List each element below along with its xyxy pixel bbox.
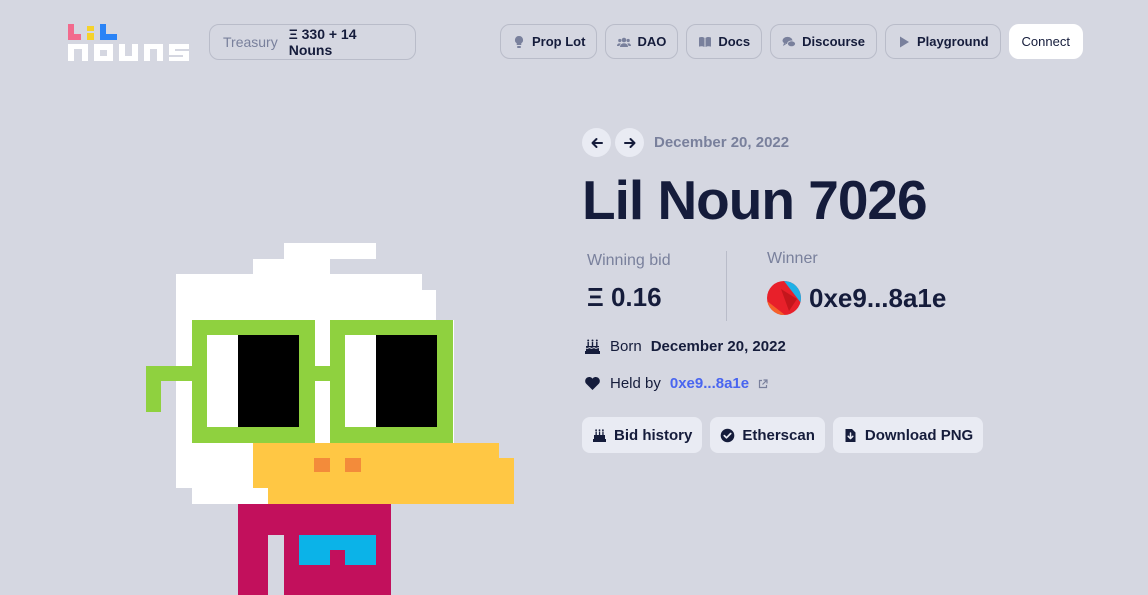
treasury-pill[interactable]: Treasury Ξ 330 + 14 Nouns: [209, 24, 416, 60]
nav-label: Playground: [917, 34, 989, 49]
treasury-label: Treasury: [223, 34, 278, 50]
top-nav: Prop Lot DAO Docs Discourse Playground C…: [500, 24, 1083, 59]
held-by-address-link[interactable]: 0xe9...8a1e: [670, 375, 749, 392]
lil-nouns-logo[interactable]: [68, 22, 190, 62]
arrow-left-icon: [591, 137, 603, 148]
auction-date: December 20, 2022: [654, 134, 790, 151]
next-noun-button[interactable]: [615, 128, 644, 157]
noun-image: [146, 243, 514, 595]
nav-label: Docs: [718, 34, 751, 49]
held-by-row: Held by 0xe9...8a1e: [584, 375, 768, 392]
cake-icon: [585, 339, 600, 354]
nav-label: Discourse: [802, 34, 865, 49]
winning-bid-label: Winning bid: [587, 252, 671, 269]
winner-block: Winner 0xe9...8a1e: [767, 250, 946, 315]
action-label: Download PNG: [864, 426, 974, 444]
nav-label: DAO: [637, 34, 667, 49]
lightbulb-icon: [514, 35, 524, 48]
check-circle-icon: [721, 428, 735, 442]
winning-bid-block: Winning bid Ξ 0.16: [587, 252, 671, 313]
winner-avatar-icon: [767, 281, 801, 315]
cake-icon: [593, 428, 606, 442]
noun-title: Lil Noun 7026: [582, 169, 928, 231]
nav-discourse-button[interactable]: Discourse: [770, 24, 877, 59]
heart-icon: [585, 376, 600, 390]
download-png-button[interactable]: Download PNG: [832, 417, 984, 453]
users-icon: [617, 37, 632, 47]
book-icon: [699, 36, 712, 47]
nav-docs-button[interactable]: Docs: [686, 24, 763, 59]
file-download-icon: [845, 428, 856, 442]
connect-button[interactable]: Connect: [1008, 24, 1083, 59]
born-date: December 20, 2022: [650, 338, 786, 355]
play-icon: [900, 36, 909, 47]
previous-noun-button[interactable]: [582, 128, 611, 157]
winner-address: 0xe9...8a1e: [809, 282, 947, 313]
winner-row[interactable]: 0xe9...8a1e: [767, 281, 946, 315]
nav-label: Prop Lot: [532, 34, 586, 49]
held-by-label: Held by: [610, 375, 661, 392]
external-link-icon[interactable]: [758, 378, 768, 389]
winner-label: Winner: [767, 250, 818, 267]
auction-actions: Bid history Etherscan Download PNG: [582, 417, 984, 453]
comments-icon: [782, 36, 797, 47]
born-label: Born: [610, 338, 642, 355]
treasury-value: Ξ 330 + 14 Nouns: [288, 26, 357, 58]
winning-bid-value: Ξ 0.16: [587, 282, 662, 312]
arrow-right-icon: [623, 137, 635, 148]
nav-dao-button[interactable]: DAO: [605, 24, 679, 59]
divider: [726, 251, 727, 321]
action-label: Etherscan: [742, 426, 815, 444]
bid-history-button[interactable]: Bid history: [582, 417, 703, 453]
born-row: Born December 20, 2022: [584, 338, 786, 355]
nav-prop-lot-button[interactable]: Prop Lot: [500, 24, 598, 59]
nav-playground-button[interactable]: Playground: [885, 24, 1001, 59]
etherscan-button[interactable]: Etherscan: [710, 417, 825, 453]
action-label: Bid history: [614, 426, 693, 444]
